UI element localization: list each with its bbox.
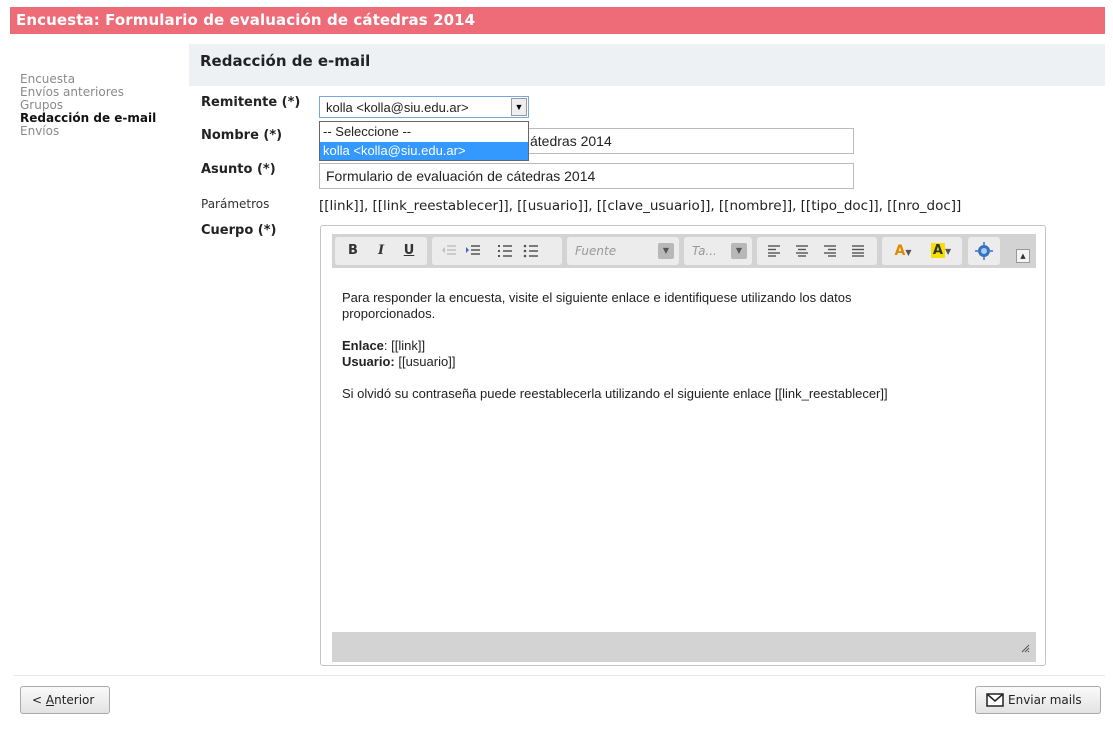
font-family-placeholder: Fuente bbox=[575, 244, 617, 258]
bold-button[interactable]: B bbox=[341, 237, 365, 265]
numbered-list-icon[interactable] bbox=[494, 237, 516, 265]
anterior-rest: nterior bbox=[54, 693, 95, 707]
text-color-icon[interactable]: A▼ bbox=[886, 237, 920, 265]
toolbar-collapse-icon[interactable]: ▲ bbox=[1016, 249, 1030, 263]
remitente-select[interactable]: kolla <kolla@siu.edu.ar> ▼ bbox=[319, 96, 529, 118]
window-title-bar: Encuesta: Formulario de evaluación de cá… bbox=[10, 7, 1105, 34]
remitente-option-selected[interactable]: kolla <kolla@siu.edu.ar> bbox=[320, 142, 528, 160]
sidebar-item-envios[interactable]: Envíos bbox=[20, 125, 190, 138]
usuario-value: [[usuario]] bbox=[394, 354, 456, 369]
format-group: B I U bbox=[335, 237, 427, 265]
parametros-value: [[link]], [[link_reestablecer]], [[usuar… bbox=[319, 198, 962, 214]
body-line-2: proporcionados. bbox=[342, 306, 436, 321]
resize-grip-icon[interactable] bbox=[1020, 643, 1030, 656]
usuario-label: Usuario: bbox=[342, 354, 395, 369]
align-group bbox=[757, 237, 877, 265]
bullet-list-icon[interactable] bbox=[520, 237, 542, 265]
anterior-button-label: < Anterior bbox=[32, 693, 94, 707]
nombre-label: Nombre (*) bbox=[201, 128, 283, 143]
cuerpo-label: Cuerpo (*) bbox=[201, 223, 277, 238]
remitente-select-value: kolla <kolla@siu.edu.ar> bbox=[326, 100, 469, 115]
indent-icon[interactable] bbox=[462, 237, 484, 265]
body-usuario-line: Usuario: [[usuario]] bbox=[342, 354, 455, 370]
enviar-mails-button[interactable]: Enviar mails bbox=[975, 686, 1101, 714]
align-center-icon[interactable] bbox=[791, 237, 813, 265]
indent-list-group bbox=[432, 237, 562, 265]
background-color-icon[interactable]: A ▼ bbox=[924, 237, 958, 265]
asunto-input-value: Formulario de evaluación de cátedras 201… bbox=[326, 168, 596, 184]
sidebar-nav: Encuesta Envíos anteriores Grupos Redacc… bbox=[20, 73, 190, 138]
font-size-placeholder: Ta... bbox=[692, 244, 717, 258]
font-family-combo[interactable]: Fuente ▼ bbox=[567, 237, 679, 265]
chevron-down-icon[interactable]: ▼ bbox=[658, 243, 674, 259]
color-group: A▼ A ▼ bbox=[882, 237, 962, 265]
italic-button[interactable]: I bbox=[369, 237, 393, 265]
anterior-accel: A bbox=[45, 693, 55, 707]
chevron-down-icon[interactable]: ▼ bbox=[731, 243, 747, 259]
underline-button[interactable]: U bbox=[397, 237, 421, 265]
editor-status-bar bbox=[332, 632, 1036, 662]
nombre-input-value: átedras 2014 bbox=[530, 133, 612, 149]
section-title: Redacción de e-mail bbox=[200, 52, 371, 70]
source-group bbox=[968, 237, 1000, 265]
remitente-label: Remitente (*) bbox=[201, 95, 301, 110]
body-reset-line: Si olvidó su contraseña puede reestablec… bbox=[342, 386, 888, 401]
asunto-input[interactable]: Formulario de evaluación de cátedras 201… bbox=[319, 163, 854, 189]
align-right-icon[interactable] bbox=[819, 237, 841, 265]
footer-divider bbox=[14, 675, 1105, 676]
body-line-1: Para responder la encuesta, visite el si… bbox=[342, 290, 852, 305]
remitente-dropdown: -- Seleccione -- kolla <kolla@siu.edu.ar… bbox=[319, 121, 529, 161]
remitente-option[interactable]: -- Seleccione -- bbox=[320, 123, 528, 141]
align-justify-icon[interactable] bbox=[847, 237, 869, 265]
anterior-prefix: < bbox=[32, 693, 46, 707]
editor-content[interactable]: Para responder la encuesta, visite el si… bbox=[332, 268, 1036, 632]
enviar-mails-label: Enviar mails bbox=[1008, 693, 1082, 707]
enlace-value: : [[link]] bbox=[383, 338, 426, 353]
font-size-combo[interactable]: Ta... ▼ bbox=[684, 237, 752, 265]
align-left-icon[interactable] bbox=[763, 237, 785, 265]
section-header: Redacción de e-mail bbox=[189, 44, 1105, 86]
maximize-icon[interactable] bbox=[972, 237, 996, 265]
parametros-label: Parámetros bbox=[201, 197, 270, 211]
outdent-icon[interactable] bbox=[438, 237, 460, 265]
chevron-down-icon[interactable]: ▼ bbox=[511, 98, 527, 116]
envelope-icon bbox=[986, 693, 1004, 710]
body-enlace-line: Enlace: [[link]] bbox=[342, 338, 425, 354]
editor-toolbar: B I U Fuente ▼ Ta... ▼ A▼ A ▼ ▲ bbox=[332, 234, 1036, 268]
window-title: Encuesta: Formulario de evaluación de cá… bbox=[16, 11, 476, 29]
asunto-label: Asunto (*) bbox=[201, 162, 276, 177]
enlace-label: Enlace bbox=[342, 338, 384, 353]
anterior-button[interactable]: < Anterior bbox=[20, 686, 110, 714]
